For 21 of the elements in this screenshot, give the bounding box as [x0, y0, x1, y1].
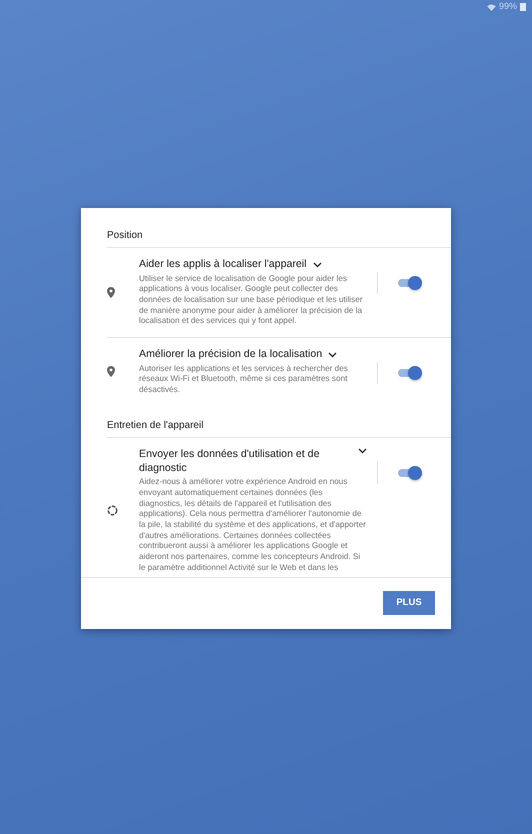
- battery-icon: [520, 3, 526, 11]
- chevron-down-icon[interactable]: [358, 448, 367, 454]
- location-pin-icon: [107, 287, 115, 298]
- setting-title: Envoyer les données d'utilisation et de diagnostic: [139, 448, 320, 476]
- section-title: Entretien de l'appareil: [107, 418, 451, 438]
- battery-level: 99%: [498, 0, 517, 14]
- setting-description: Utiliser le service de localisation de Google pour aider les applications à vous localiser. Google peut collecter des données de localisation sur une base périodique et les utiliser de manière anonyme pour aider à améliorer la précision de la localisation et des services qui y font appel.: [139, 274, 364, 328]
- wifi-icon: [486, 4, 496, 10]
- location-pin-icon: [107, 366, 115, 378]
- toggle-switch[interactable]: [396, 276, 422, 290]
- section-title: Position: [107, 228, 451, 248]
- chevron-down-icon[interactable]: [328, 352, 338, 358]
- setting-description: Aidez-nous à améliorer votre expérience Android en nous envoyant automatiquement certaines données (les diagnostics, les détails de l'appareil et l'utilisation des applications). Cela nous permettra d'améliorer l'autonomie de la pile, la stabilité du système et des applications, et d'apporter d'autres améliorations. Certaines données collectées contribueront aussi à améliorer les applications Google et aideront nos partenaires, comme les concepteurs Android. Si le paramètre additionnel Activité sur le Web et dans les: [139, 477, 367, 574]
- more-button[interactable]: PLUS: [383, 591, 435, 616]
- toggle-switch[interactable]: [396, 366, 422, 380]
- setting-title: Aider les applis à localiser l'appareil: [139, 258, 306, 272]
- circular-progress-icon: [107, 505, 118, 516]
- setting-description: Autoriser les applications et les services à rechercher des réseaux Wi-Fi et Bluetooth, même si ces paramètres sont désactivés.: [139, 364, 349, 396]
- toggle-switch[interactable]: [396, 466, 422, 480]
- setting-title: Améliorer la précision de la localisation: [139, 348, 322, 362]
- chevron-down-icon[interactable]: [312, 262, 322, 268]
